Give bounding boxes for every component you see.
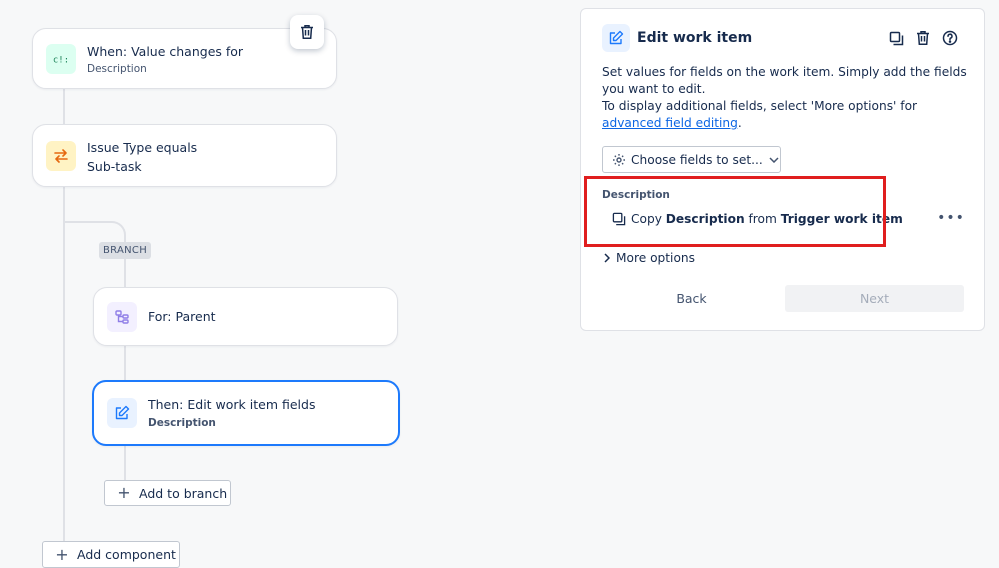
card-subtitle: Description [148, 417, 216, 429]
add-component-button[interactable]: + Add component [42, 541, 180, 568]
edit-work-item-panel: Edit work item Set values for fields on … [580, 8, 985, 331]
svg-text:c!:: c!: [53, 55, 69, 65]
choose-fields-label: Choose fields to set... [631, 152, 763, 167]
chevron-down-icon [769, 156, 779, 163]
card-title: For: Parent [148, 309, 216, 324]
condition-card[interactable]: Issue Type equals Sub-task [32, 124, 337, 187]
connector-line [124, 444, 126, 480]
choose-fields-dropdown[interactable]: Choose fields to set... [602, 146, 781, 173]
edit-icon [107, 398, 137, 428]
next-button[interactable]: Next [785, 285, 964, 312]
add-to-branch-label: Add to branch [139, 485, 228, 501]
delete-component-button[interactable] [290, 15, 324, 49]
branch-card[interactable]: For: Parent [93, 287, 398, 346]
add-component-label: Add component [77, 547, 176, 562]
panel-title: Edit work item [637, 30, 753, 46]
chevron-right-icon [604, 253, 610, 263]
description-line-2-text: To display additional fields, select 'Mo… [602, 99, 918, 113]
plus-icon: + [55, 544, 69, 564]
card-title: Then: Edit work item fields [148, 397, 316, 412]
edit-icon [602, 24, 630, 52]
branch-connector [63, 221, 126, 243]
hierarchy-icon [107, 301, 137, 332]
gear-icon [612, 153, 626, 167]
advanced-field-editing-link[interactable]: advanced field editing [602, 116, 738, 130]
back-button[interactable]: Back [604, 285, 779, 312]
card-subtitle: Sub-task [87, 159, 142, 174]
swap-icon [46, 140, 76, 171]
more-options-toggle[interactable]: More options [604, 251, 695, 265]
brackets-icon: c!: [46, 43, 76, 74]
trash-icon [301, 25, 313, 39]
card-subtitle: Description [87, 63, 147, 75]
more-options-label: More options [616, 251, 695, 265]
connector-line [124, 258, 126, 288]
card-title: Issue Type equals [87, 140, 198, 155]
branch-tag: BRANCH [99, 242, 152, 259]
description-line-1: Set values for fields on the work item. … [602, 65, 967, 96]
connector-line [124, 345, 126, 381]
description-line-2: To display additional fields, select 'Mo… [602, 98, 972, 132]
trash-icon[interactable] [913, 28, 933, 48]
help-icon[interactable] [940, 28, 960, 48]
plus-icon: + [117, 483, 131, 502]
highlight-box [584, 176, 886, 247]
add-to-branch-button[interactable]: + Add to branch [104, 480, 231, 506]
card-title: When: Value changes for [87, 44, 244, 59]
panel-description: Set values for fields on the work item. … [602, 64, 972, 132]
description-line-2-end: . [737, 116, 742, 130]
action-card[interactable]: Then: Edit work item fields Description [92, 380, 400, 446]
duplicate-icon[interactable] [886, 28, 906, 48]
connector-line [63, 88, 65, 126]
more-actions-icon[interactable]: ••• [937, 207, 964, 229]
